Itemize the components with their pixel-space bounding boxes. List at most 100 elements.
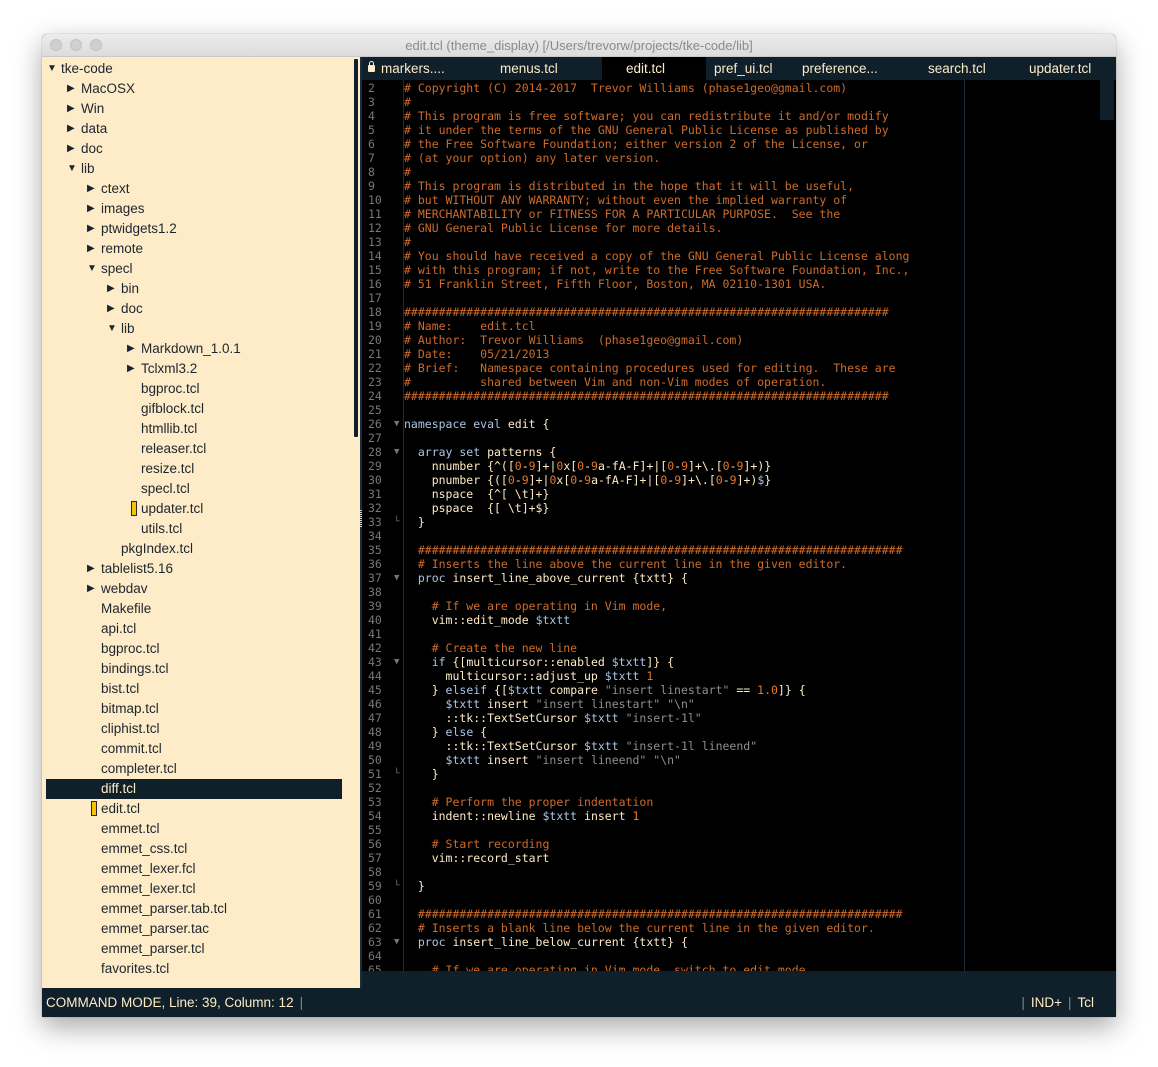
- tree-file[interactable]: releaser.tcl: [46, 439, 342, 459]
- collapsed-arrow-icon[interactable]: ▶: [87, 199, 97, 219]
- tree-file[interactable]: bindings.tcl: [46, 659, 342, 679]
- tree-file[interactable]: specl.tcl: [46, 479, 342, 499]
- tree-file[interactable]: cliphist.tcl: [46, 719, 342, 739]
- fold-open-icon[interactable]: ▼: [394, 657, 399, 667]
- tree-file[interactable]: completer.tcl: [46, 759, 342, 779]
- tree-folder[interactable]: ▶ MacOSX: [46, 79, 342, 99]
- code-token: 9: [521, 473, 529, 487]
- expanded-arrow-icon[interactable]: ▼: [47, 59, 57, 79]
- collapsed-arrow-icon[interactable]: ▶: [87, 239, 97, 259]
- tree-file[interactable]: diff.tcl: [46, 779, 342, 799]
- code-token: compare: [542, 683, 605, 697]
- collapsed-arrow-icon[interactable]: ▶: [127, 339, 137, 359]
- tree-folder[interactable]: ▼ tke-code: [46, 59, 342, 79]
- fold-open-icon[interactable]: ▼: [394, 419, 399, 429]
- tree-file[interactable]: api.tcl: [46, 619, 342, 639]
- collapsed-arrow-icon[interactable]: ▶: [87, 179, 97, 199]
- tab-menus[interactable]: menus.tcl: [500, 57, 600, 80]
- code-editor[interactable]: 2 # Copyright (C) 2014-2017 Trevor Willia…: [362, 80, 1116, 971]
- collapsed-arrow-icon[interactable]: ▶: [87, 219, 97, 239]
- tree-file[interactable]: bgproc.tcl: [46, 639, 342, 659]
- code-token: ]} {: [777, 683, 806, 697]
- editor-vertical-scrollbar[interactable]: [1100, 80, 1114, 120]
- editor-horizontal-scrollbar[interactable]: [364, 972, 1114, 976]
- tree-file[interactable]: emmet_css.tcl: [46, 839, 342, 859]
- fold-open-icon[interactable]: ▼: [394, 937, 399, 947]
- line-number: 28: [368, 445, 382, 459]
- tree-folder[interactable]: ▶ doc: [46, 139, 342, 159]
- expanded-arrow-icon[interactable]: ▼: [67, 159, 77, 179]
- fold-open-icon[interactable]: ▼: [394, 447, 399, 457]
- tree-item-label: edit.tcl: [101, 801, 141, 816]
- tree-folder[interactable]: ▶ Markdown_1.0.1: [46, 339, 342, 359]
- tree-file[interactable]: gifblock.tcl: [46, 399, 342, 419]
- tree-file[interactable]: emmet_lexer.tcl: [46, 879, 342, 899]
- tree-file[interactable]: edit.tcl: [46, 799, 342, 819]
- sidebar-scrollbar[interactable]: [354, 59, 358, 437]
- tab-updater[interactable]: updater.tcl: [1029, 57, 1113, 80]
- tab-edit[interactable]: edit.tcl: [602, 57, 706, 80]
- tree-folder[interactable]: ▶ remote: [46, 239, 342, 259]
- tree-file[interactable]: commit.tcl: [46, 739, 342, 759]
- collapsed-arrow-icon[interactable]: ▶: [87, 559, 97, 579]
- tree-folder[interactable]: ▼ lib: [46, 159, 342, 179]
- code-token: # Inserts a blank line below the current…: [404, 921, 875, 935]
- tab-preferences[interactable]: preference...: [802, 57, 902, 80]
- tree-file[interactable]: Makefile: [46, 599, 342, 619]
- collapsed-arrow-icon[interactable]: ▶: [87, 579, 97, 599]
- tree-file[interactable]: updater.tcl: [46, 499, 342, 519]
- collapsed-arrow-icon[interactable]: ▶: [67, 79, 77, 99]
- code-token: $txtt: [535, 613, 571, 627]
- tree-folder[interactable]: ▼ specl: [46, 259, 342, 279]
- collapsed-arrow-icon[interactable]: ▶: [67, 139, 77, 159]
- tree-file[interactable]: pkgIndex.tcl: [46, 539, 342, 559]
- collapsed-arrow-icon[interactable]: ▶: [107, 299, 117, 319]
- tree-folder[interactable]: ▶ Win: [46, 99, 342, 119]
- tree-file[interactable]: emmet_parser.tac: [46, 919, 342, 939]
- language-indicator[interactable]: Tcl: [1078, 995, 1095, 1010]
- tree-folder[interactable]: ▶ doc: [46, 299, 342, 319]
- line-number: 51: [368, 767, 382, 781]
- tab-markers[interactable]: markers....: [368, 57, 478, 80]
- code-token: vim::edit_mode: [404, 613, 536, 627]
- indent-mode-indicator[interactable]: IND+: [1031, 995, 1062, 1010]
- code-token: ]+|: [528, 473, 550, 487]
- tree-folder[interactable]: ▶ images: [46, 199, 342, 219]
- tree-file[interactable]: emmet_parser.tab.tcl: [46, 899, 342, 919]
- collapsed-arrow-icon[interactable]: ▶: [127, 359, 137, 379]
- expanded-arrow-icon[interactable]: ▼: [107, 319, 117, 339]
- tree-file[interactable]: favorites.tcl: [46, 959, 342, 979]
- tree-file[interactable]: resize.tcl: [46, 459, 342, 479]
- tree-file[interactable]: emmet_lexer.fcl: [46, 859, 342, 879]
- code-line: # (at your option) any later version.: [404, 151, 660, 165]
- tree-file[interactable]: htmllib.tcl: [46, 419, 342, 439]
- tree-folder[interactable]: ▶ Tclxml3.2: [46, 359, 342, 379]
- tree-file[interactable]: bitmap.tcl: [46, 699, 342, 719]
- expanded-arrow-icon[interactable]: ▼: [87, 259, 97, 279]
- tree-folder[interactable]: ▶ ptwidgets1.2: [46, 219, 342, 239]
- code-token: else: [445, 725, 474, 739]
- tree-folder[interactable]: ▶ data: [46, 119, 342, 139]
- tab-pref-ui[interactable]: pref_ui.tcl: [714, 57, 794, 80]
- tab-search[interactable]: search.tcl: [928, 57, 1008, 80]
- collapsed-arrow-icon[interactable]: ▶: [67, 99, 77, 119]
- tree-folder[interactable]: ▶ ctext: [46, 179, 342, 199]
- tree-folder[interactable]: ▶ bin: [46, 279, 342, 299]
- code-token: ::tk::TextSetCursor: [404, 711, 585, 725]
- fold-open-icon[interactable]: ▼: [394, 573, 399, 583]
- collapsed-arrow-icon[interactable]: ▶: [67, 119, 77, 139]
- tree-file[interactable]: emmet_parser.tcl: [46, 939, 342, 959]
- tree-folder[interactable]: ▶ webdav: [46, 579, 342, 599]
- code-token: 9: [729, 473, 737, 487]
- tree-item-label: specl.tcl: [141, 481, 190, 496]
- tree-file[interactable]: emmet.tcl: [46, 819, 342, 839]
- tree-file[interactable]: bgproc.tcl: [46, 379, 342, 399]
- code-line: pnumber {([0-9]+|0x[0-9a-fA-F]+|[0-9]+\.…: [404, 473, 772, 487]
- collapsed-arrow-icon[interactable]: ▶: [107, 279, 117, 299]
- tree-file[interactable]: bist.tcl: [46, 679, 342, 699]
- tree-item-label: lib: [121, 321, 135, 336]
- tree-folder[interactable]: ▶ tablelist5.16: [46, 559, 342, 579]
- tree-file[interactable]: utils.tcl: [46, 519, 342, 539]
- line-number: 37: [368, 571, 382, 585]
- tree-folder[interactable]: ▼ lib: [46, 319, 342, 339]
